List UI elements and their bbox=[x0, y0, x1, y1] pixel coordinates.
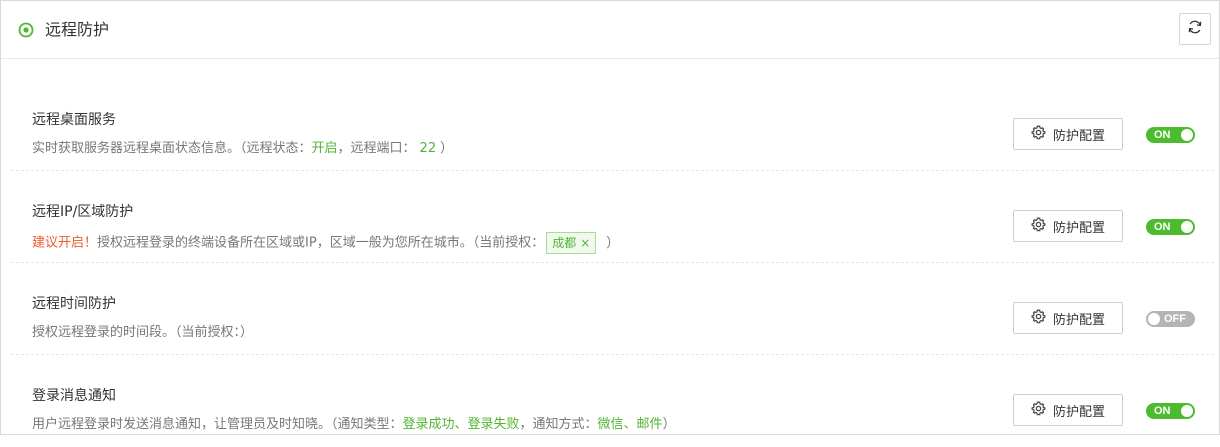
list-item-remote-desktop: 远程桌面服务 实时获取服务器远程桌面状态信息。（远程状态：开启，远程端口： 22）… bbox=[11, 79, 1214, 171]
desc-text: ，通知方式： bbox=[519, 417, 598, 432]
row-description: 实时获取服务器远程桌面状态信息。（远程状态：开启，远程端口： 22） bbox=[32, 140, 453, 158]
toggle-label: ON bbox=[1154, 221, 1171, 233]
toggle-knob bbox=[1181, 129, 1193, 141]
row-description: 建议开启！授权远程登录的终端设备所在区域或IP，区域一般为您所在城市。（当前授权… bbox=[32, 232, 619, 254]
notify-types-value: 登录成功、登录失败 bbox=[402, 417, 520, 432]
list-item-ip-region-protection: 远程IP/区域防护 建议开启！授权远程登录的终端设备所在区域或IP，区域一般为您… bbox=[11, 171, 1214, 263]
target-icon bbox=[18, 22, 34, 38]
remote-protection-panel: 远程防护 远程桌面服务 实时获取服务器远程桌面状态信息。（远程状态：开启，远程端… bbox=[0, 0, 1220, 435]
toggle-knob bbox=[1181, 405, 1193, 417]
desc-text: ，远程端口： bbox=[337, 141, 416, 156]
gear-icon bbox=[1031, 125, 1053, 144]
row-title: 远程桌面服务 bbox=[32, 112, 116, 128]
list-item-login-notification: 登录消息通知 用户远程登录时发送消息通知，让管理员及时知晓。（通知类型：登录成功… bbox=[11, 355, 1214, 447]
panel-header: 远程防护 bbox=[1, 1, 1219, 59]
desc-text: ） bbox=[440, 141, 454, 156]
desc-text: ） bbox=[606, 235, 620, 251]
desc-text: 用户远程登录时发送消息通知，让管理员及时知晓。（通知类型： bbox=[32, 417, 403, 432]
protection-config-button[interactable]: 防护配置 bbox=[1013, 394, 1123, 426]
time-protection-toggle[interactable]: OFF bbox=[1146, 311, 1195, 327]
notify-methods-value: 微信、邮件 bbox=[597, 417, 663, 432]
config-button-label: 防护配置 bbox=[1052, 312, 1105, 328]
toggle-label: OFF bbox=[1164, 313, 1186, 325]
refresh-button[interactable] bbox=[1179, 13, 1211, 45]
desc-text: ） bbox=[662, 417, 676, 432]
warning-text: 建议开启！ bbox=[32, 235, 98, 251]
toggle-label: ON bbox=[1154, 129, 1171, 141]
ip-region-toggle[interactable]: ON bbox=[1146, 219, 1195, 235]
gear-icon bbox=[1031, 217, 1053, 236]
config-button-label: 防护配置 bbox=[1052, 220, 1105, 236]
page-title: 远程防护 bbox=[45, 20, 110, 39]
gear-icon bbox=[1031, 309, 1053, 328]
close-icon[interactable]: × bbox=[580, 236, 590, 250]
toggle-knob bbox=[1181, 221, 1193, 233]
refresh-icon bbox=[1187, 19, 1203, 39]
row-description: 授权远程登录的时间段。（当前授权：） bbox=[32, 325, 254, 340]
toggle-label: ON bbox=[1154, 405, 1171, 417]
config-button-label: 防护配置 bbox=[1052, 128, 1105, 144]
list-item-time-protection: 远程时间防护 授权远程登录的时间段。（当前授权：） 防护配置 OFF bbox=[11, 263, 1214, 355]
protection-config-button[interactable]: 防护配置 bbox=[1013, 210, 1123, 242]
protection-config-button[interactable]: 防护配置 bbox=[1013, 302, 1123, 334]
desc-text: 授权远程登录的终端设备所在区域或IP，区域一般为您所在城市。（当前授权： bbox=[97, 235, 545, 251]
toggle-knob bbox=[1148, 313, 1160, 325]
protection-config-button[interactable]: 防护配置 bbox=[1013, 118, 1123, 150]
gear-icon bbox=[1031, 401, 1053, 420]
row-description: 用户远程登录时发送消息通知，让管理员及时知晓。（通知类型：登录成功、登录失败，通… bbox=[32, 416, 676, 434]
row-title: 远程IP/区域防护 bbox=[32, 204, 134, 220]
remote-desktop-toggle[interactable]: ON bbox=[1146, 127, 1195, 143]
login-notification-toggle[interactable]: ON bbox=[1146, 403, 1195, 419]
remote-status-value: 开启 bbox=[311, 141, 338, 156]
tag-label: 成都 bbox=[552, 236, 577, 250]
row-title: 远程时间防护 bbox=[32, 296, 116, 312]
remote-port-value: 22 bbox=[419, 141, 437, 156]
desc-text: 实时获取服务器远程桌面状态信息。（远程状态： bbox=[32, 141, 312, 156]
row-title: 登录消息通知 bbox=[32, 388, 116, 404]
config-button-label: 防护配置 bbox=[1052, 404, 1105, 420]
authorized-region-tag[interactable]: 成都 × bbox=[546, 232, 597, 254]
